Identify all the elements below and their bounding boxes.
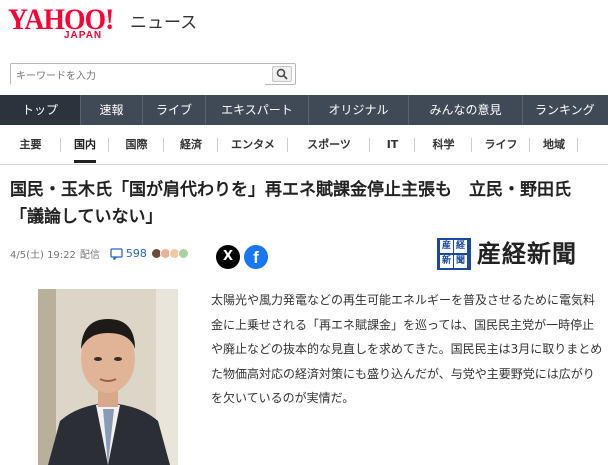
logo-sub: JAPAN	[64, 30, 103, 41]
category-tab-science[interactable]: 科学	[415, 125, 472, 165]
search-input[interactable]	[11, 66, 265, 87]
nav-item-live[interactable]: ライブ	[143, 95, 206, 125]
category-tab-domestic[interactable]: 国内	[61, 125, 109, 165]
mark-char: 新	[440, 254, 453, 268]
yahoo-japan-logo[interactable]: YAHOO! JAPAN	[8, 4, 128, 42]
facebook-icon: f	[253, 248, 259, 267]
nav-item-original[interactable]: オリジナル	[309, 95, 409, 125]
site-header: YAHOO! JAPAN ニュース	[0, 0, 608, 54]
share-facebook-button[interactable]: f	[244, 245, 268, 269]
nav-item-opinions[interactable]: みんなの意見	[409, 95, 523, 125]
main-nav: トップ 速報 ライブ エキスパート オリジナル みんなの意見 ランキング	[0, 95, 608, 125]
article-meta: 4/5(土) 19:22 配信 598	[10, 246, 189, 261]
nav-item-ranking[interactable]: ランキング	[523, 95, 608, 125]
mark-char: 産	[440, 240, 453, 253]
source-name: 産経新聞	[477, 240, 577, 268]
commenter-avatars[interactable]	[150, 248, 189, 259]
category-tab-main[interactable]: 主要	[0, 125, 61, 165]
category-tab-life[interactable]: ライフ	[472, 125, 530, 165]
category-tab-sports[interactable]: スポーツ	[288, 125, 370, 165]
category-tab-region[interactable]: 地域	[530, 125, 578, 165]
search-box	[10, 63, 296, 87]
article-body: 太陽光や風力発電などの再生可能エネルギーを普及させるために電気料金に上乗せされる…	[211, 293, 603, 405]
sankei-mark: 産 経 新 聞	[437, 238, 471, 270]
portrait-illustration	[38, 289, 178, 465]
search-button[interactable]	[272, 66, 292, 82]
mark-char: 経	[454, 240, 467, 253]
nav-item-breaking[interactable]: 速報	[81, 95, 143, 125]
distribution-label: 配信	[79, 250, 100, 261]
category-nav: 主要 国内 国際 経済 エンタメ スポーツ IT 科学 ライフ 地域	[0, 125, 608, 165]
source-logo[interactable]: 産 経 新 聞 産経新聞	[437, 238, 597, 272]
comment-icon	[110, 247, 123, 260]
mark-char: 聞	[454, 254, 467, 268]
category-tab-international[interactable]: 国際	[109, 125, 164, 165]
share-x-button[interactable]: X	[216, 245, 240, 269]
avatar	[177, 248, 189, 259]
article-title: 国民・玉木氏「国が肩代わりを」再エネ賦課金停止主張も 立民・野田氏「議論していな…	[10, 180, 571, 227]
category-tab-it[interactable]: IT	[370, 125, 415, 165]
search-icon	[276, 68, 288, 80]
category-tab-economy[interactable]: 経済	[164, 125, 218, 165]
nav-item-top[interactable]: トップ	[0, 95, 81, 125]
x-icon: X	[222, 249, 234, 264]
nav-item-expert[interactable]: エキスパート	[206, 95, 309, 125]
category-tab-entertainment[interactable]: エンタメ	[218, 125, 288, 165]
publish-datetime: 4/5(土) 19:22	[10, 250, 76, 261]
service-name[interactable]: ニュース	[130, 8, 197, 33]
article-photo[interactable]	[38, 289, 178, 465]
comment-count: 598	[125, 247, 147, 260]
comments-link[interactable]: 598	[110, 247, 147, 260]
